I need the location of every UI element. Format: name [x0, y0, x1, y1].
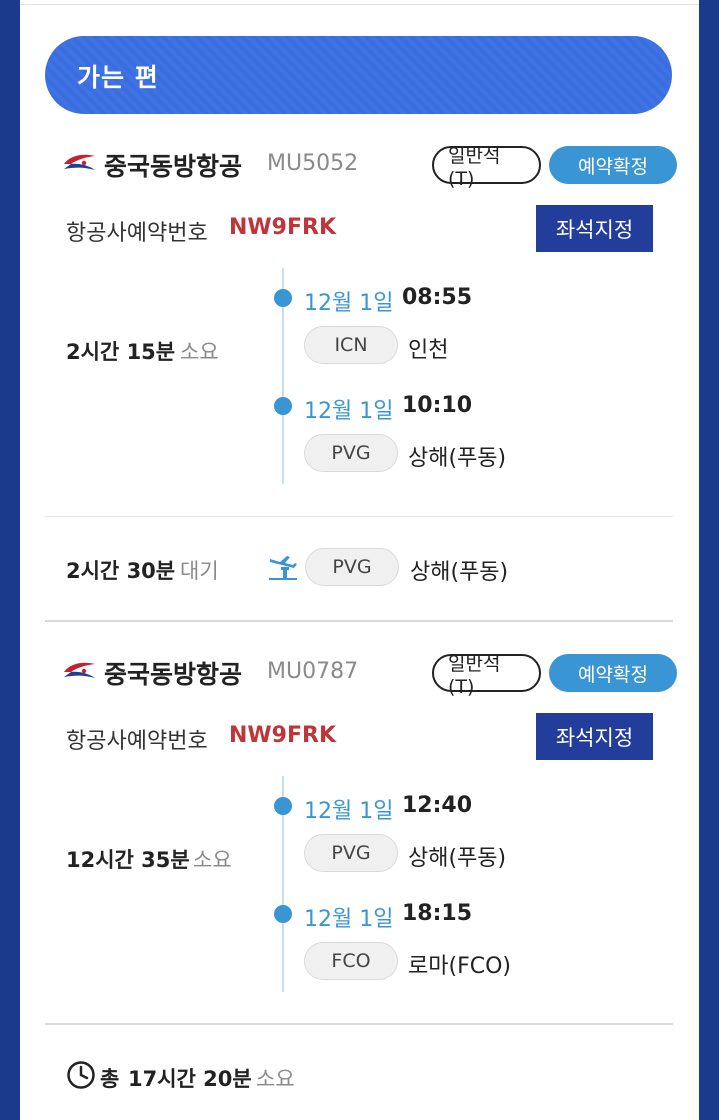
arrival-airport-code: FCO	[304, 942, 398, 980]
airline-name: 중국동방항공	[104, 152, 243, 181]
arrival-airport-code: PVG	[304, 434, 398, 472]
transfer-icon	[269, 556, 297, 580]
status-badge: 예약확정	[549, 654, 677, 692]
cabin-class-badge: 일반석(T)	[432, 145, 541, 190]
pnr-label: 항공사예약번호	[66, 729, 208, 754]
total-suffix: 소요	[256, 1067, 295, 1091]
airport-code-label: PVG	[331, 842, 371, 864]
arrival-date: 12월 1일	[304, 907, 394, 932]
cabin-class-badge: 일반석(T)	[432, 653, 541, 698]
layover-duration: 2시간 30분	[66, 559, 176, 583]
layover-airport-code: PVG	[305, 548, 399, 586]
divider	[45, 1023, 673, 1025]
airport-code-label: PVG	[332, 556, 372, 578]
pnr-code: NW9FRK	[229, 215, 337, 240]
arrival-date: 12월 1일	[304, 399, 394, 424]
clock-icon	[67, 1061, 95, 1089]
divider	[45, 516, 673, 517]
arrival-city: 로마(FCO)	[408, 954, 511, 979]
airport-code-label: PVG	[331, 442, 371, 464]
departure-date: 12월 1일	[304, 291, 394, 316]
china-eastern-logo-icon	[64, 154, 95, 170]
divider	[45, 620, 673, 622]
arrival-time: 10:10	[402, 393, 473, 418]
status-label: 예약확정	[578, 663, 648, 686]
seat-select-button[interactable]: 좌석지정	[536, 713, 653, 760]
arrival-time: 18:15	[402, 901, 473, 926]
arrival-city: 상해(푸동)	[408, 446, 507, 471]
duration-suffix: 소요	[193, 848, 232, 872]
flight-duration: 2시간 15분	[66, 340, 176, 364]
departure-city: 인천	[408, 338, 449, 363]
departure-airport-code: ICN	[304, 326, 398, 364]
outbound-title: 가는 편	[77, 63, 159, 92]
status-badge: 예약확정	[549, 146, 677, 184]
airport-code-label: FCO	[331, 950, 371, 972]
departure-airport-code: PVG	[304, 834, 398, 872]
airline-name: 중국동방항공	[104, 660, 243, 689]
departure-time: 08:55	[402, 285, 473, 310]
outbound-header: 가는 편	[45, 36, 672, 114]
china-eastern-logo-icon	[64, 662, 95, 678]
flight-number: MU0787	[267, 659, 359, 684]
pnr-code: NW9FRK	[229, 723, 337, 748]
seat-select-button[interactable]: 좌석지정	[536, 205, 653, 252]
status-label: 예약확정	[578, 155, 648, 178]
airport-code-label: ICN	[334, 334, 368, 356]
cabin-class-label: 일반석(T)	[448, 144, 501, 190]
departure-date: 12월 1일	[304, 799, 394, 824]
departure-time: 12:40	[402, 793, 473, 818]
layover-suffix: 대기	[180, 559, 219, 583]
arrival-dot	[274, 397, 292, 415]
itinerary-card: 가는 편 중국동방항공 MU5052 일반석(T) 예약확정 항공사예약번호 N…	[20, 0, 699, 1120]
top-divider	[20, 4, 699, 5]
flight-duration: 12시간 35분	[66, 848, 190, 872]
layover-city: 상해(푸동)	[410, 560, 509, 585]
departure-dot	[274, 797, 292, 815]
arrival-dot	[274, 905, 292, 923]
flight-number: MU5052	[267, 151, 359, 176]
total-duration: 17시간 20분	[128, 1067, 252, 1091]
total-prefix: 총	[100, 1067, 120, 1091]
duration-suffix: 소요	[180, 340, 219, 364]
pnr-label: 항공사예약번호	[66, 221, 208, 246]
cabin-class-label: 일반석(T)	[448, 652, 501, 698]
departure-city: 상해(푸동)	[408, 846, 507, 871]
departure-dot	[274, 289, 292, 307]
